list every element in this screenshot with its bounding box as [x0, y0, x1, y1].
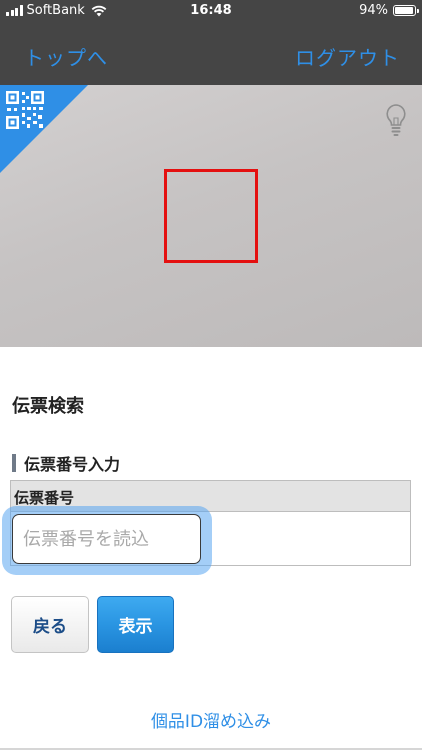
input-section-header: 伝票番号入力 — [12, 453, 121, 474]
battery-fill — [395, 7, 413, 14]
back-button[interactable]: 戻る — [11, 596, 89, 653]
section-marker — [12, 454, 16, 472]
section-title: 伝票番号入力 — [24, 455, 121, 474]
nav-bar: トップへ ログアウト — [0, 22, 422, 85]
lightbulb-icon[interactable] — [384, 103, 408, 137]
battery-icon — [393, 5, 419, 16]
scan-target-frame — [164, 169, 258, 263]
status-right: 94% — [359, 3, 419, 18]
battery-percent: 94% — [359, 3, 388, 18]
show-button[interactable]: 表示 — [97, 596, 174, 653]
page-title: 伝票検索 — [12, 396, 84, 417]
qr-code-icon — [6, 91, 44, 129]
top-link[interactable]: トップへ — [24, 42, 108, 71]
status-bar: SoftBank 16:48 94% — [0, 0, 422, 22]
logout-link[interactable]: ログアウト — [295, 42, 400, 71]
ticket-number-input[interactable] — [12, 514, 201, 564]
app-screen: SoftBank 16:48 94% トップへ ログアウト 伝票検索 伝票番号入… — [0, 0, 422, 750]
qr-mode-badge[interactable] — [0, 85, 88, 173]
camera-preview[interactable] — [0, 85, 422, 347]
item-id-accumulate-link[interactable]: 個品ID溜め込み — [0, 707, 422, 732]
